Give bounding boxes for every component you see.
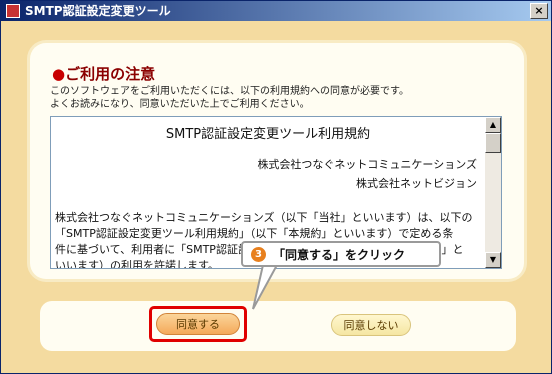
step-number-badge: 3 bbox=[251, 247, 266, 262]
dialog-window: SMTP認証設定変更ツール × ●ご利用の注意 このソフトウェアをご利用いただく… bbox=[0, 0, 552, 374]
callout-text: 「同意する」をクリック bbox=[273, 248, 406, 262]
instruction-callout: 3 「同意する」をクリック bbox=[241, 241, 441, 267]
callout-pointer bbox=[252, 264, 279, 310]
